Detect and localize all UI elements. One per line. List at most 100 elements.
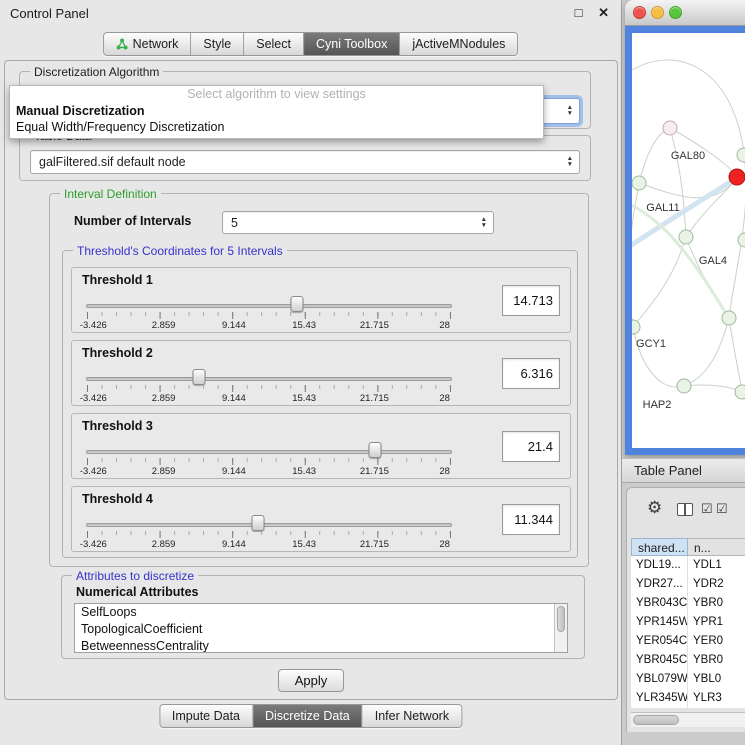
table-cell[interactable]: YER054C [631,632,688,651]
scrollbar-thumb[interactable] [633,715,679,725]
tab-cyni-toolbox[interactable]: Cyni Toolbox [304,33,400,55]
list-item[interactable]: SelfLoops [75,604,567,621]
tab-select[interactable]: Select [244,33,304,55]
table-cell[interactable]: YBR045C [631,651,688,670]
network-node[interactable] [722,311,736,325]
table-body[interactable]: YDL19...YDL1YDR27...YDR2YBR043CYBR0YPR14… [631,556,745,708]
threshold-3-value[interactable]: 21.4 [502,431,560,462]
slider-thumb[interactable] [193,369,206,385]
float-panel-icon[interactable]: □ [575,5,583,20]
table-horizontal-scrollbar[interactable] [631,712,745,727]
zoom-traffic-light-icon[interactable] [669,6,682,19]
network-node[interactable] [737,148,745,162]
network-node-label: GAL11 [646,202,679,214]
tab-style[interactable]: Style [191,33,244,55]
network-node[interactable] [735,385,745,399]
table-cell[interactable]: YDL19... [631,556,688,575]
threshold-1-slider[interactable]: -3.4262.8599.14415.4321.71528 [86,295,452,331]
table-cell[interactable]: YBL0 [688,670,745,689]
table-cell[interactable]: YBR0 [688,594,745,613]
table-row[interactable]: YBR045CYBR0 [631,651,745,670]
slider-thumb[interactable] [252,515,265,531]
tab-label: jActiveMNodules [412,37,505,51]
column-header-name[interactable]: n... [688,538,745,556]
tab-discretize-data[interactable]: Discretize Data [253,705,363,727]
network-window-titlebar[interactable] [625,0,745,26]
combo-stepper-icon[interactable]: ▲ ▼ [567,156,573,168]
dropdown-option-equal-width[interactable]: Equal Width/Frequency Discretization [10,119,543,135]
combo-stepper-icon[interactable]: ▲ ▼ [567,105,573,117]
column-header-shared-name[interactable]: shared... [631,538,688,556]
number-of-intervals-combobox[interactable]: 5 ▲ ▼ [222,211,494,234]
threshold-4-value[interactable]: 11.344 [502,504,560,535]
table-cell[interactable]: YPR1 [688,613,745,632]
network-node[interactable] [663,121,677,135]
table-row[interactable]: YBL079WYBL0 [631,670,745,689]
table-cell[interactable]: YER0 [688,632,745,651]
select-all-checkbox-icon[interactable]: ☑ [701,501,713,517]
network-node[interactable] [677,379,691,393]
apply-button[interactable]: Apply [278,669,344,692]
interval-definition-title: Interval Definition [60,187,161,201]
table-cell[interactable]: YDL1 [688,556,745,575]
table-row[interactable]: YDR27...YDR2 [631,575,745,594]
threshold-1-value[interactable]: 14.713 [502,285,560,316]
slider-ticks [87,385,451,392]
slider-track[interactable] [86,523,452,527]
threshold-2-value[interactable]: 6.316 [502,358,560,389]
table-cell[interactable]: YPR145W [631,613,688,632]
network-edge [729,318,742,391]
slider-scale: -3.4262.8599.14415.4321.71528 [86,320,452,332]
list-item[interactable]: TopologicalCoefficient [75,621,567,638]
slider-track[interactable] [86,304,452,308]
list-vertical-scrollbar[interactable] [554,604,567,652]
close-traffic-light-icon[interactable] [633,6,646,19]
attributes-group: Attributes to discretize Numerical Attri… [61,575,585,659]
table-row[interactable]: YPR145WYPR1 [631,613,745,632]
list-item[interactable]: BetweennessCentrality [75,638,567,653]
network-canvas[interactable]: GAL80GAL11GAL4GCY1HAP2 [632,33,745,448]
network-node[interactable] [632,176,646,190]
network-node[interactable] [679,230,693,244]
combo-stepper-icon[interactable]: ▲ ▼ [481,217,487,229]
slider-track[interactable] [86,377,452,381]
minimize-traffic-light-icon[interactable] [651,6,664,19]
tab-impute-data[interactable]: Impute Data [160,705,253,727]
table-cell[interactable]: YLR345W [631,689,688,708]
tab-infer-network[interactable]: Infer Network [363,705,461,727]
table-row[interactable]: YBR043CYBR0 [631,594,745,613]
select-none-checkbox-icon[interactable]: ☑ [716,501,728,517]
tab-jactivemnodules[interactable]: jActiveMNodules [400,33,517,55]
table-data-combobox[interactable]: galFiltered.sif default node ▲ ▼ [30,150,580,174]
table-row[interactable]: YER054CYER0 [631,632,745,651]
tab-label: Style [203,37,231,51]
scrollbar-thumb[interactable] [557,606,565,632]
network-node[interactable] [738,233,745,247]
threshold-3-slider[interactable]: -3.4262.8599.14415.4321.71528 [86,441,452,477]
table-cell[interactable]: YBL079W [631,670,688,689]
tab-network[interactable]: Network [104,33,192,55]
columns-icon[interactable] [677,503,693,516]
table-row[interactable]: YLR345WYLR3 [631,689,745,708]
table-cell[interactable]: YDR2 [688,575,745,594]
slider-scale: -3.4262.8599.14415.4321.71528 [86,539,452,551]
numerical-attributes-list[interactable]: SelfLoops TopologicalCoefficient Between… [74,603,568,653]
cyni-toolbox-content: Discretization Algorithm ▲ ▼ Select algo… [4,60,618,700]
threshold-2-slider[interactable]: -3.4262.8599.14415.4321.71528 [86,368,452,404]
close-panel-icon[interactable]: ✕ [598,5,609,20]
table-cell[interactable]: YDR27... [631,575,688,594]
table-cell[interactable]: YBR0 [688,651,745,670]
table-cell[interactable]: YBR043C [631,594,688,613]
dropdown-option-manual-discretization[interactable]: Manual Discretization [10,103,543,119]
network-node[interactable] [632,320,640,334]
network-node[interactable] [729,169,745,185]
gear-icon[interactable]: ⚙ [647,498,662,518]
threshold-4-slider[interactable]: -3.4262.8599.14415.4321.71528 [86,514,452,550]
threshold-3-label: Threshold 3 [82,419,153,433]
slider-track[interactable] [86,450,452,454]
slider-thumb[interactable] [291,296,304,312]
table-cell[interactable]: YLR3 [688,689,745,708]
table-row[interactable]: YDL19...YDL1 [631,556,745,575]
slider-thumb[interactable] [369,442,382,458]
slider-scale-label: 9.144 [222,393,246,404]
